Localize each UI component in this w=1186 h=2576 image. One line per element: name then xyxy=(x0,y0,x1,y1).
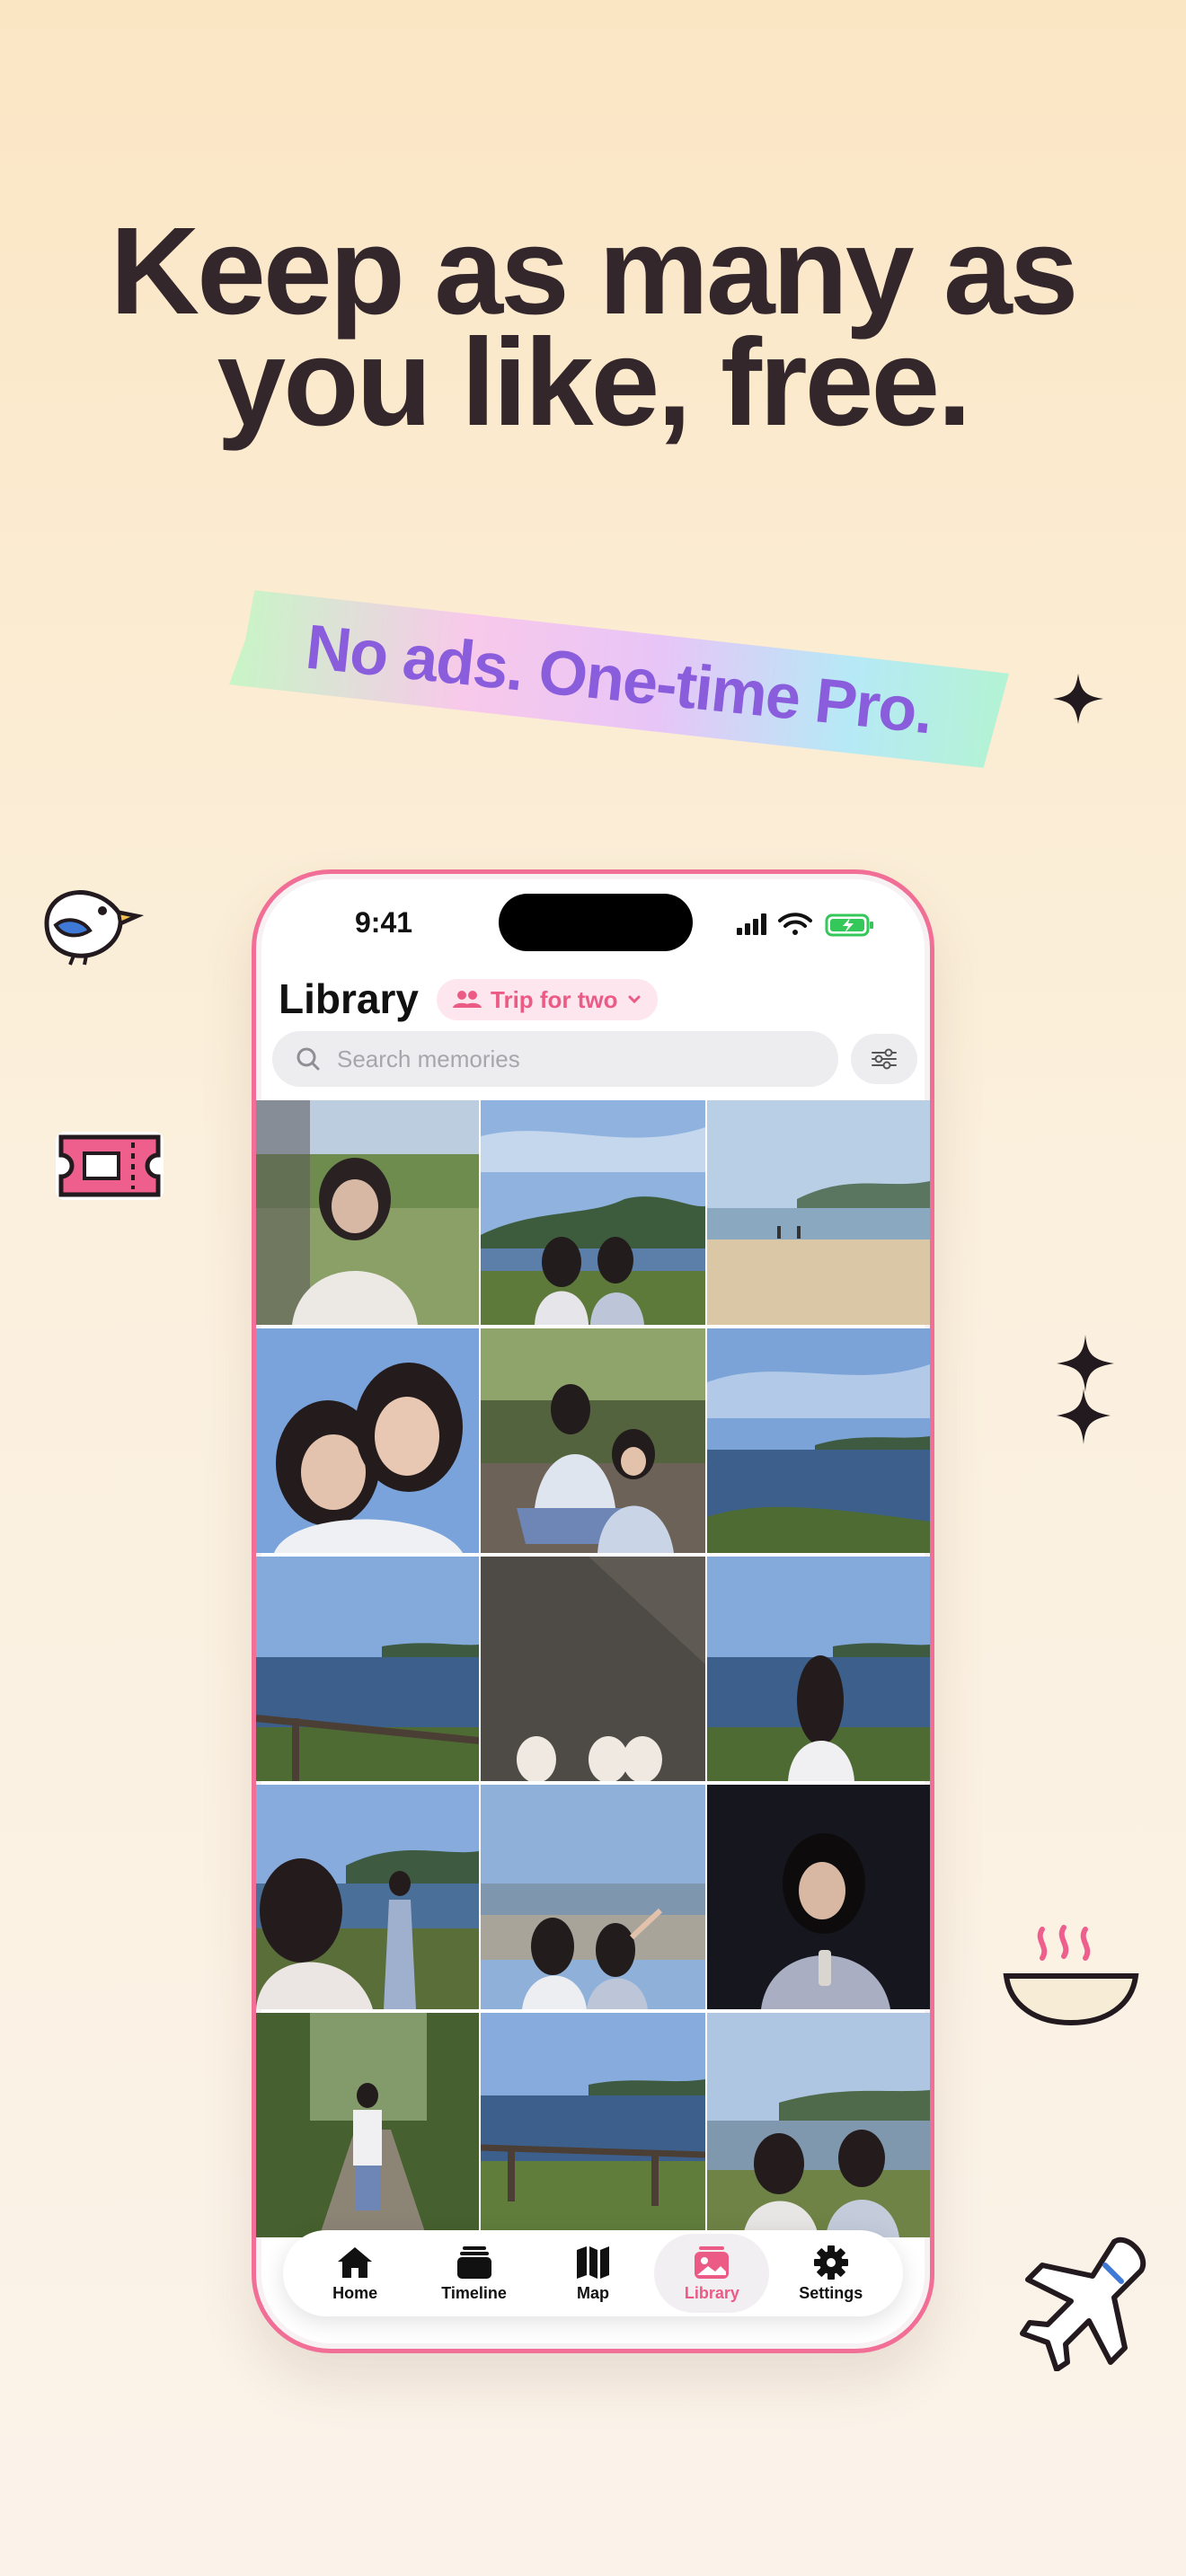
phone-frame: 9:41 Library Trip for two Search memorie… xyxy=(252,869,934,2353)
headline: Keep as many as you like, free. xyxy=(0,202,1186,452)
tab-library[interactable]: Library xyxy=(654,2234,770,2313)
tab-map-label: Map xyxy=(576,2283,609,2302)
status-icons xyxy=(737,913,873,937)
ticket-sticker-icon xyxy=(56,1132,164,1200)
promo-tape-text: No ads. One-time Pro. xyxy=(302,611,936,747)
photo-thumbnail[interactable] xyxy=(481,1557,705,1781)
photo-icon xyxy=(695,2245,730,2279)
map-icon xyxy=(576,2245,609,2279)
tab-settings[interactable]: Settings xyxy=(774,2234,889,2313)
chevron-down-icon xyxy=(628,995,641,1004)
photo-grid xyxy=(256,1100,930,2237)
photo-thumbnail[interactable] xyxy=(256,2013,479,2237)
phone-screen: 9:41 Library Trip for two Search memorie… xyxy=(256,874,930,2349)
promo-tape: No ads. One-time Pro. xyxy=(229,588,1010,769)
photo-thumbnail[interactable] xyxy=(707,1100,930,1325)
photo-thumbnail[interactable] xyxy=(707,1785,930,2009)
photo-thumbnail[interactable] xyxy=(481,2013,705,2237)
tab-timeline-label: Timeline xyxy=(441,2283,507,2302)
stack-icon xyxy=(456,2245,491,2279)
library-title: Library xyxy=(279,975,419,1022)
house-icon xyxy=(338,2246,373,2278)
gear-icon xyxy=(813,2245,848,2280)
double-sparkle-icon xyxy=(1057,1335,1114,1444)
photo-thumbnail[interactable] xyxy=(481,1100,705,1325)
wifi-icon xyxy=(778,913,812,935)
tab-timeline[interactable]: Timeline xyxy=(417,2234,532,2313)
tab-settings-label: Settings xyxy=(799,2283,863,2302)
photo-thumbnail[interactable] xyxy=(481,1328,705,1553)
search-input[interactable] xyxy=(335,1044,806,1074)
photo-thumbnail[interactable] xyxy=(481,1785,705,2009)
photo-thumbnail[interactable] xyxy=(256,1557,479,1781)
photo-thumbnail[interactable] xyxy=(707,1328,930,1553)
signal-icon xyxy=(737,913,766,935)
photo-thumbnail[interactable] xyxy=(256,1328,479,1553)
photo-thumbnail[interactable] xyxy=(256,1785,479,2009)
search-icon xyxy=(296,1047,320,1071)
photo-thumbnail[interactable] xyxy=(256,1100,479,1325)
airplane-sticker-icon xyxy=(1020,2236,1146,2371)
photo-thumbnail[interactable] xyxy=(707,2013,930,2237)
sparkle-icon xyxy=(1053,674,1103,724)
battery-charging-icon xyxy=(825,913,873,937)
status-time: 9:41 xyxy=(355,906,413,939)
tab-map[interactable]: Map xyxy=(535,2234,651,2313)
photo-thumbnail[interactable] xyxy=(707,1557,930,1781)
bird-sticker-icon xyxy=(44,890,144,966)
sliders-icon xyxy=(872,1048,897,1070)
album-chip-label: Trip for two xyxy=(491,985,618,1013)
dynamic-island xyxy=(499,894,693,951)
headline-line-2: you like, free. xyxy=(217,313,971,452)
search-bar[interactable] xyxy=(272,1031,838,1087)
hot-bowl-sticker-icon xyxy=(1003,1925,1139,2026)
headline-line-1: Keep as many as xyxy=(110,202,1079,340)
album-filter-chip[interactable]: Trip for two xyxy=(437,979,658,1020)
tab-library-label: Library xyxy=(684,2283,739,2302)
tab-home-label: Home xyxy=(332,2283,378,2302)
tab-bar: Home Timeline Map Library Settings xyxy=(283,2230,903,2316)
tab-home[interactable]: Home xyxy=(297,2234,412,2313)
people-icon xyxy=(453,991,482,1008)
filter-button[interactable] xyxy=(851,1034,917,1084)
